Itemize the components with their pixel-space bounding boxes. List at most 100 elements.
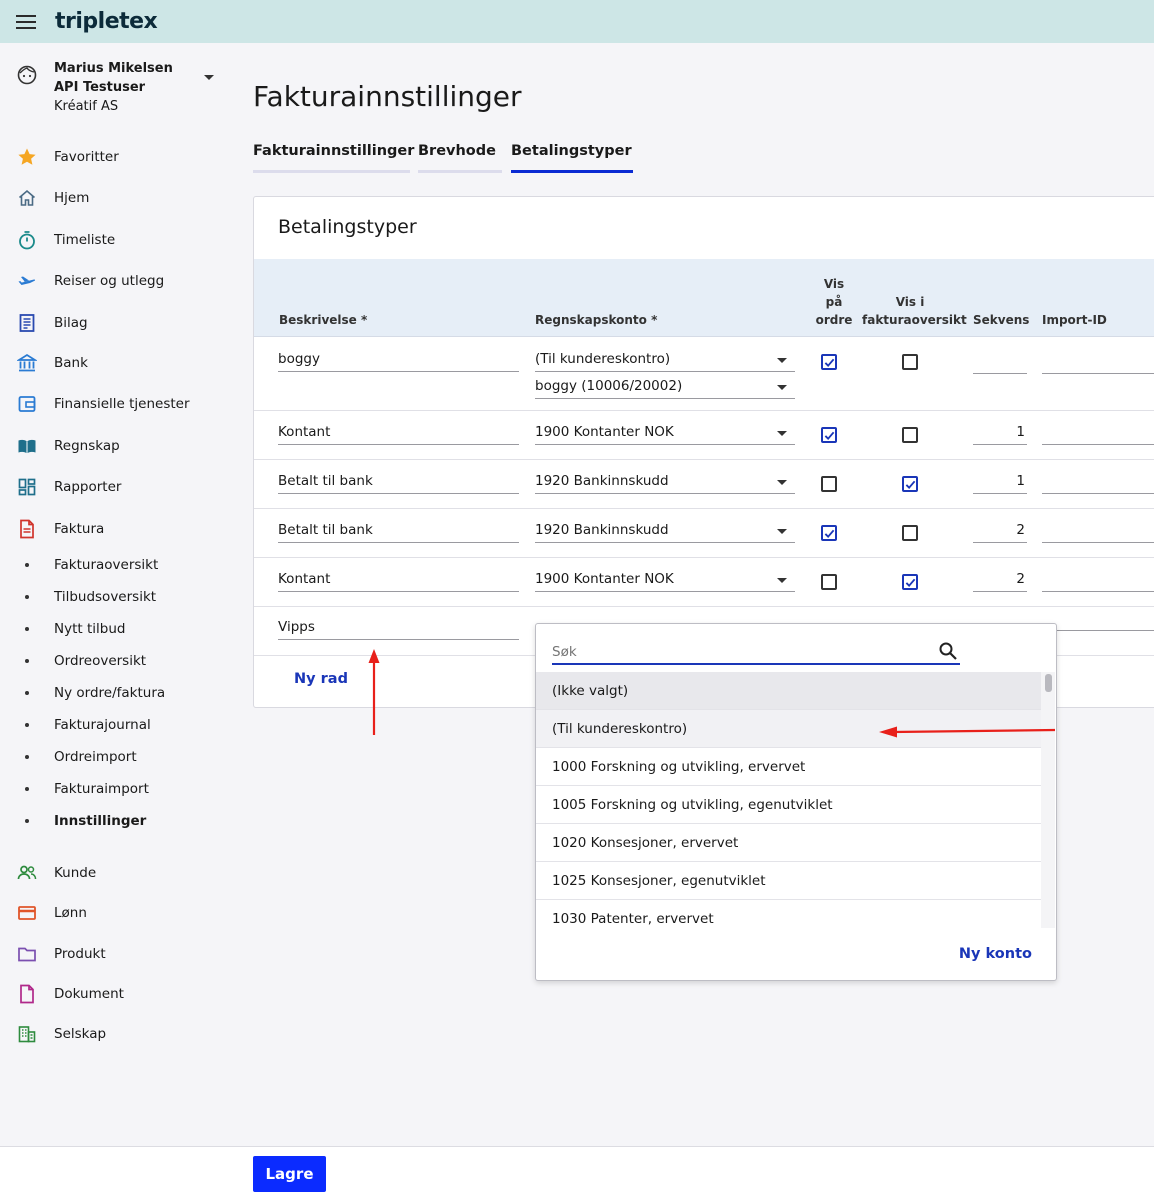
dropdown-option[interactable]: 1020 Konsesjoner, ervervet [536,824,1041,862]
sidebar-item-lonn[interactable]: Lønn [0,898,230,928]
sequence-input[interactable]: 1 [973,468,1027,494]
sidebar-sub-ordreimport[interactable]: Ordreimport [0,744,230,770]
table-row: Betalt til bank 1920 Bankinnskudd 2 [254,509,1154,558]
user-name: Marius Mikelsen API Testuser [54,61,173,95]
subaccount-select[interactable]: boggy (10006/20002) [535,373,795,399]
show-order-checkbox[interactable] [821,574,837,590]
airplane-icon [18,276,36,288]
new-row-button[interactable]: Ny rad [294,671,348,687]
table-row: boggy (Til kundereskontro) boggy (10006/… [254,338,1154,411]
sequence-input[interactable]: 2 [973,517,1027,543]
sidebar-sub-tilbudsoversikt[interactable]: Tilbudsoversikt [0,584,230,610]
show-order-checkbox[interactable] [821,476,837,492]
sidebar-item-finansielle[interactable]: Finansielle tjenester [0,389,230,419]
sidebar-sub-ordreoversikt[interactable]: Ordreoversikt [0,648,230,674]
sidebar-item-hjem[interactable]: Hjem [0,183,230,213]
sidebar-item-selskap[interactable]: Selskap [0,1019,230,1049]
account-select-value: (Til kundereskontro) [535,350,671,367]
sidebar-sub-fakturaoversikt[interactable]: Fakturaoversikt [0,552,230,578]
table-row: Kontant 1900 Kontanter NOK 1 [254,411,1154,460]
sidebar-item-bilag[interactable]: Bilag [0,308,230,338]
logo[interactable]: tripletex [55,9,158,34]
header-show-order: Vis på ordre [815,277,853,327]
account-select-value: 1900 Kontanter NOK [535,570,674,587]
dropdown-option[interactable]: 1005 Forskning og utvikling, egenutvikle… [536,786,1041,824]
user-menu[interactable]: Marius Mikelsen API Testuser Kréatif AS [0,57,230,123]
account-select[interactable]: 1920 Bankinnskudd [535,517,795,543]
sequence-input[interactable] [973,348,1027,374]
sidebar-item-label: Favoritter [54,149,119,165]
dropdown-option[interactable]: 1000 Forskning og utvikling, ervervet [536,748,1041,786]
header-sequence: Sekvens [973,313,1030,327]
sidebar-item-faktura[interactable]: Faktura [0,514,230,544]
dropdown-scrollbar[interactable] [1041,672,1055,928]
top-bar: tripletex [0,0,1154,43]
tab-brevhode[interactable]: Brevhode [418,143,502,173]
description-input[interactable]: Betalt til bank [278,517,519,543]
sidebar-item-reiser[interactable]: Reiser og utlegg [0,266,230,296]
import-id-input[interactable] [1042,607,1154,631]
dashboard-icon [18,478,36,496]
sidebar-item-rapporter[interactable]: Rapporter [0,472,230,502]
sidebar-item-produkt[interactable]: Produkt [0,939,230,969]
annotation-arrow-left [879,726,1056,738]
show-invoice-checkbox[interactable] [902,476,918,492]
show-invoice-checkbox[interactable] [902,427,918,443]
import-id-input[interactable] [1042,348,1154,374]
account-select[interactable]: 1900 Kontanter NOK [535,419,795,445]
sidebar-sub-nytt-tilbud[interactable]: Nytt tilbud [0,616,230,642]
account-select[interactable]: (Til kundereskontro) [535,346,795,372]
account-select[interactable]: 1920 Bankinnskudd [535,468,795,494]
sidebar-item-bank[interactable]: Bank [0,348,230,378]
sidebar-sub-label: Fakturaoversikt [54,557,159,573]
show-order-checkbox[interactable] [821,354,837,370]
header-account: Regnskapskonto * [535,313,658,327]
new-account-button[interactable]: Ny konto [959,946,1032,962]
description-input[interactable]: Kontant [278,419,519,445]
chevron-down-icon [777,529,787,534]
account-select[interactable]: 1900 Kontanter NOK [535,566,795,592]
dropdown-option[interactable]: 1030 Patenter, ervervet [536,900,1041,928]
show-invoice-checkbox[interactable] [902,525,918,541]
description-input[interactable]: Kontant [278,566,519,592]
sidebar-item-favoritter[interactable]: Favoritter [0,142,230,172]
description-input[interactable]: Vipps [278,614,519,640]
tab-betalingstyper[interactable]: Betalingstyper [511,143,633,173]
sequence-input[interactable]: 1 [973,419,1027,445]
show-invoice-checkbox[interactable] [902,354,918,370]
sidebar-item-label: Faktura [54,521,105,537]
sidebar-item-kunde[interactable]: Kunde [0,858,230,888]
sidebar-sub-label: Innstillinger [54,813,147,829]
show-order-checkbox[interactable] [821,525,837,541]
sidebar-item-timeliste[interactable]: Timeliste [0,225,230,255]
sidebar-sub-fakturaimport[interactable]: Fakturaimport [0,776,230,802]
import-id-input[interactable] [1042,566,1154,592]
show-order-checkbox[interactable] [821,427,837,443]
sidebar-item-dokument[interactable]: Dokument [0,979,230,1009]
sidebar-sub-fakturajournal[interactable]: Fakturajournal [0,712,230,738]
description-input[interactable]: boggy [278,346,519,372]
building-icon [18,1026,36,1043]
folder-icon [18,947,36,962]
description-input[interactable]: Betalt til bank [278,468,519,494]
save-button[interactable]: Lagre [253,1156,326,1192]
search-input[interactable] [552,641,922,663]
show-invoice-checkbox[interactable] [902,574,918,590]
menu-icon[interactable] [16,14,36,29]
import-id-input[interactable] [1042,419,1154,445]
chevron-down-icon[interactable] [204,75,214,80]
scrollbar-thumb[interactable] [1045,674,1052,692]
people-icon [17,865,37,880]
sidebar-sub-label: Nytt tilbud [54,621,126,637]
import-id-input[interactable] [1042,517,1154,543]
dropdown-option[interactable]: 1025 Konsesjoner, egenutviklet [536,862,1041,900]
sidebar-sub-innstillinger[interactable]: Innstillinger [0,808,230,834]
sidebar-sub-ny-ordre[interactable]: Ny ordre/faktura [0,680,230,706]
tab-fakturainnstillinger[interactable]: Fakturainnstillinger [253,143,414,173]
dropdown-option[interactable]: (Ikke valgt) [536,672,1041,710]
sidebar-item-regnskap[interactable]: Regnskap [0,431,230,461]
tab-label: Fakturainnstillinger [253,143,415,159]
search-icon[interactable] [938,641,958,661]
import-id-input[interactable] [1042,468,1154,494]
sequence-input[interactable]: 2 [973,566,1027,592]
